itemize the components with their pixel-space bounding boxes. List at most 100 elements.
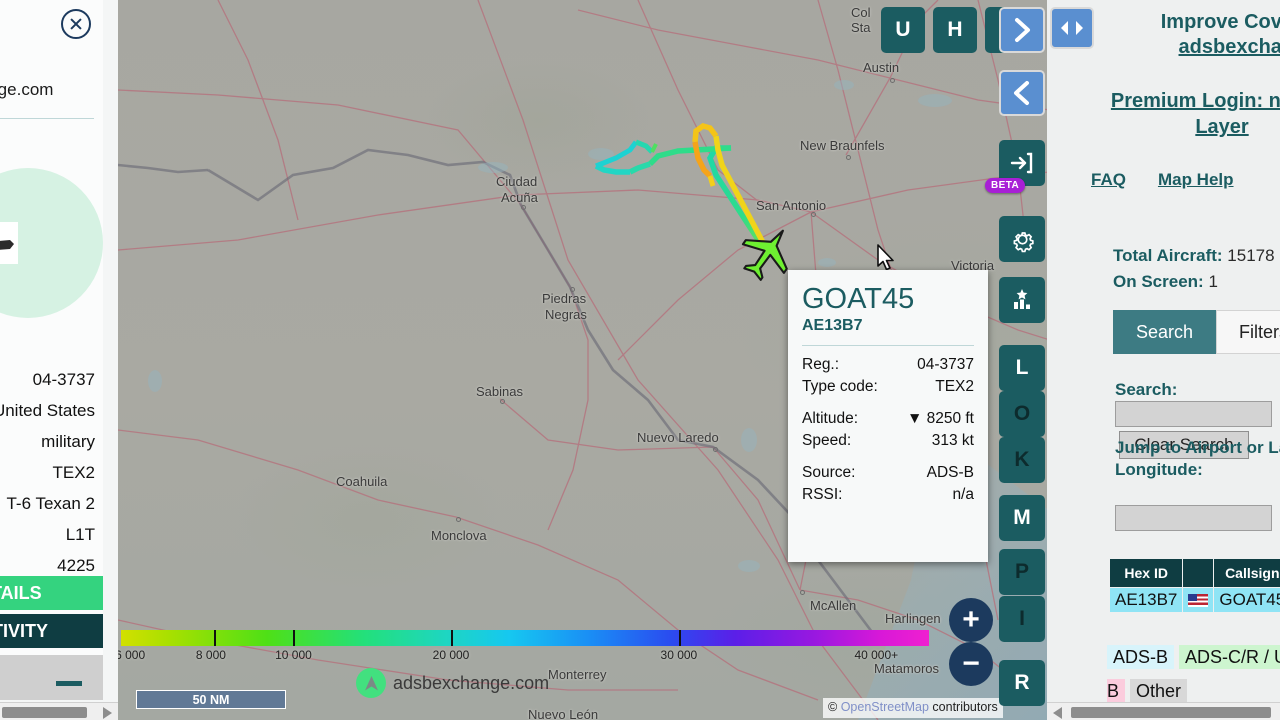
map-help-link[interactable]: Map Help xyxy=(1158,170,1234,190)
gear-icon xyxy=(1013,231,1034,252)
popup-callsign: GOAT45 xyxy=(802,283,915,315)
table-header-row: Hex IDCallsignType xyxy=(1108,558,1280,588)
popup-detail-row: RSSI: n/a xyxy=(802,484,974,506)
collapse-left-button[interactable] xyxy=(999,70,1045,116)
openstreetmap-link[interactable]: OpenStreetMap xyxy=(841,700,929,714)
aircraft-table[interactable]: Hex IDCallsignType AE13B7GOAT45TEX2 xyxy=(1108,558,1280,613)
left-panel-footer xyxy=(0,655,103,700)
search-input[interactable] xyxy=(1115,401,1272,427)
chevron-left-icon xyxy=(1014,81,1029,105)
total-aircraft-row: Total Aircraft: 15178 xyxy=(1113,243,1275,269)
legend-item: ADS-B xyxy=(1107,645,1175,669)
scroll-right-arrow-icon[interactable] xyxy=(103,707,112,719)
on-screen-label: On Screen: xyxy=(1113,272,1204,292)
altitude-tick xyxy=(293,630,296,646)
adsbexchange-link[interactable]: adsbexchange xyxy=(1119,35,1280,60)
map-button-m[interactable]: M xyxy=(999,495,1045,541)
tab-filters[interactable]: Filters xyxy=(1216,310,1280,354)
chevron-right-icon xyxy=(1015,18,1030,42)
left-panel-content: Copy Link adsbexchange.com 04-3737United… xyxy=(0,0,103,700)
altitude-gradient-bar xyxy=(121,630,929,646)
aircraft-detail-value: 4225 xyxy=(57,556,95,575)
stats-button[interactable] xyxy=(999,277,1045,323)
table-column-header[interactable]: Callsign xyxy=(1213,558,1280,588)
improve-coverage-heading: Improve Coverage adsbexchange xyxy=(1119,10,1280,60)
altitude-tick xyxy=(213,630,216,646)
altitude-tick-label: 30 000 xyxy=(660,648,698,662)
login-arrow-icon xyxy=(1010,152,1033,174)
cell-country-flag xyxy=(1182,587,1215,613)
faq-link[interactable]: FAQ xyxy=(1091,170,1126,190)
aircraft-detail-value: military xyxy=(41,432,95,451)
attrib-suffix: contributors xyxy=(928,700,998,714)
premium-login-line1: Premium Login: no ads xyxy=(1110,90,1280,112)
popup-detail-label: Type code: xyxy=(802,378,878,396)
map-button-p[interactable]: P xyxy=(999,549,1045,595)
map-control-rail: BETA L O K M P I R + − xyxy=(949,0,1047,720)
altitude-tick-label: 10 000 xyxy=(275,648,312,662)
scale-bar: 50 NM xyxy=(136,690,286,709)
close-icon[interactable] xyxy=(61,9,91,39)
hscrollbar-thumb[interactable] xyxy=(2,707,87,718)
left-aircraft-panel[interactable]: Copy Link adsbexchange.com 04-3737United… xyxy=(0,0,118,720)
altitude-tick xyxy=(450,630,453,646)
table-column-header[interactable] xyxy=(1182,558,1215,588)
legend-item: ADS-C/R / UAT xyxy=(1179,645,1280,669)
aircraft-detail-value: United States xyxy=(0,401,95,420)
logo-plane-icon xyxy=(364,675,378,690)
zoom-out-button[interactable]: − xyxy=(949,642,993,686)
left-panel-divider xyxy=(0,118,94,119)
activity-button[interactable]: ACTIVITY xyxy=(0,614,103,648)
altitude-color-scale: 6 000 8 000 10 000 20 000 30 000 40 000+ xyxy=(118,630,929,662)
map-button-u[interactable]: U xyxy=(881,7,925,53)
map-button-h[interactable]: H xyxy=(933,7,977,53)
logo-text: adsbexchange.com xyxy=(393,672,550,693)
stats-chart-icon xyxy=(1014,289,1030,309)
map-button-o[interactable]: O xyxy=(999,391,1045,437)
left-panel-hscrollbar[interactable] xyxy=(0,702,118,720)
sidebar-tabs: Search Filters xyxy=(1113,310,1280,354)
popup-detail-row: Speed: 313 kt xyxy=(802,430,974,452)
jump-label: Jump to Airport or Latitude / Longitude: xyxy=(1115,438,1280,479)
aircraft-info-popup[interactable]: GOAT45 AE13B7 Reg.: 04-3737 Type code: TEX2… xyxy=(788,270,988,562)
map-button-k[interactable]: K xyxy=(999,437,1045,483)
right-sidebar-content: Improve Coverage adsbexchange Premium Lo… xyxy=(1047,0,1280,705)
attrib-prefix: © xyxy=(828,700,841,714)
jump-input[interactable] xyxy=(1115,505,1272,531)
popup-detail-value: TEX2 xyxy=(935,378,974,396)
popup-detail-label: Source: xyxy=(802,464,856,482)
map-button-l[interactable]: L xyxy=(999,345,1045,391)
map-button-r[interactable]: R xyxy=(999,660,1045,706)
popup-detail-row: Type code: TEX2 xyxy=(802,376,974,398)
popup-detail-label: Speed: xyxy=(802,432,852,450)
aircraft-silhouette-icon xyxy=(0,240,14,250)
table-row[interactable]: AE13B7GOAT45TEX2 xyxy=(1108,587,1280,613)
improve-coverage-line1: Improve Coverage xyxy=(1160,11,1280,33)
map-button-i[interactable]: I xyxy=(999,596,1045,642)
settings-button[interactable] xyxy=(999,216,1045,262)
details-button[interactable]: DETAILS xyxy=(0,576,103,610)
right-sidebar[interactable]: Improve Coverage adsbexchange Premium Lo… xyxy=(1047,0,1280,720)
altitude-tick-label: 6 000 xyxy=(118,648,146,662)
popup-detail-value: n/a xyxy=(952,486,974,504)
expand-right-button[interactable] xyxy=(999,7,1045,53)
aircraft-detail-value: L1T xyxy=(65,525,95,544)
scroll-left-arrow-icon[interactable] xyxy=(1053,707,1062,719)
sidebar-collapse-button[interactable] xyxy=(1050,7,1094,49)
aircraft-thumbnail xyxy=(0,222,18,264)
cell-callsign[interactable]: GOAT45 xyxy=(1213,587,1280,613)
table-column-header[interactable]: Hex ID xyxy=(1108,558,1184,588)
zoom-in-button[interactable]: + xyxy=(949,598,993,642)
cell-hex-id[interactable]: AE13B7 xyxy=(1108,587,1184,613)
left-right-arrows-icon xyxy=(1061,21,1083,35)
tab-search[interactable]: Search xyxy=(1113,310,1217,354)
right-panel-hscrollbar[interactable] xyxy=(1047,702,1280,720)
premium-login-link[interactable]: Premium Login: no ads Layer xyxy=(1067,88,1280,140)
aircraft-detail-value: TEX2 xyxy=(52,463,95,482)
osm-attribution: © OpenStreetMap contributors xyxy=(823,698,1003,718)
popup-detail-label: Altitude: xyxy=(802,410,859,428)
popup-detail-value: ▼ 8250 ft xyxy=(906,410,974,428)
altitude-tick xyxy=(678,630,681,646)
mouse-cursor xyxy=(877,244,894,271)
hscrollbar-thumb[interactable] xyxy=(1071,707,1271,718)
